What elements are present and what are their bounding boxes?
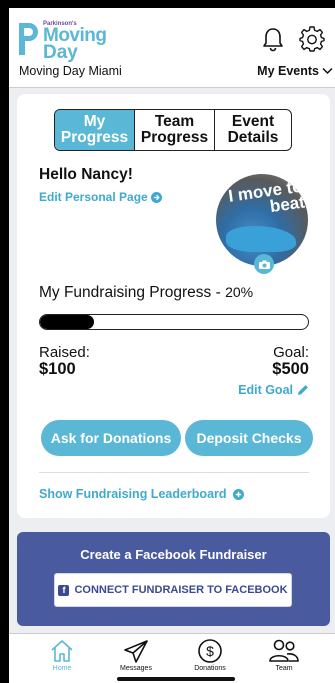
bottom-nav: Home Messages $ Donations Team	[9, 633, 335, 683]
deposit-checks-button[interactable]: Deposit Checks	[185, 420, 313, 456]
my-events-label: My Events	[257, 64, 319, 78]
raised-value: $100	[39, 360, 76, 378]
logo-day-text: Day	[43, 42, 78, 63]
fundraising-progress-fill	[40, 315, 94, 329]
leaderboard-label: Show Fundraising Leaderboard	[39, 487, 227, 501]
dollar-icon: $	[198, 639, 222, 663]
app-header: Parkinson's Moving Day Moving Day Miami …	[9, 8, 335, 88]
tab-bar: My Progress Team Progress Event Details	[54, 109, 292, 151]
fundraising-progress-title: My Fundraising Progress - 20%	[39, 284, 253, 302]
team-icon	[269, 639, 299, 662]
shoe-graphic	[226, 226, 296, 252]
connect-facebook-label: CONNECT FUNDRAISER TO FACEBOOK	[74, 584, 288, 596]
connect-facebook-button[interactable]: f CONNECT FUNDRAISER TO FACEBOOK	[54, 573, 292, 607]
chevron-down-icon	[322, 67, 333, 75]
nav-donations-label: Donations	[194, 665, 226, 672]
edit-goal-link[interactable]: Edit Goal	[238, 383, 309, 397]
goal-value: $500	[272, 360, 309, 378]
gear-icon[interactable]	[299, 26, 325, 52]
greeting: Hello Nancy!	[39, 166, 133, 183]
edit-goal-label: Edit Goal	[238, 383, 293, 397]
camera-icon	[258, 260, 270, 269]
progress-card: My Progress Team Progress Event Details Hel…	[17, 94, 330, 518]
goal-label: Goal:	[273, 344, 309, 361]
nav-home-label: Home	[52, 665, 72, 672]
tab-event-details[interactable]: Event Details	[215, 110, 291, 150]
arrow-circle-right-icon	[150, 191, 162, 203]
facebook-panel-title: Create a Facebook Fundraiser	[80, 547, 267, 562]
camera-button[interactable]	[254, 254, 274, 274]
paper-plane-icon	[124, 640, 148, 663]
facebook-fundraiser-panel: Create a Facebook Fundraiser f CONNECT F…	[17, 532, 330, 626]
raised-label: Raised:	[39, 344, 90, 361]
edit-personal-page-label: Edit Personal Page	[39, 190, 148, 204]
logo-p-mark-icon	[19, 23, 38, 55]
profile-photo[interactable]: I move to beat	[216, 174, 308, 266]
nav-home[interactable]: Home	[27, 634, 97, 683]
app-screen: Parkinson's Moving Day Moving Day Miami …	[9, 8, 335, 683]
fundraising-percent: 20%	[225, 284, 254, 300]
moving-day-logo[interactable]: Parkinson's Moving Day	[17, 18, 147, 62]
home-indicator	[117, 677, 235, 681]
plus-circle-icon	[232, 488, 244, 500]
pencil-icon	[298, 385, 308, 395]
my-events-dropdown[interactable]: My Events	[257, 64, 333, 78]
svg-text:$: $	[206, 643, 214, 659]
fundraising-title-text: My Fundraising Progress -	[39, 284, 221, 301]
fundraising-progress-bar	[39, 314, 309, 330]
nav-messages-label: Messages	[120, 665, 152, 672]
tab-my-progress[interactable]: My Progress	[55, 110, 135, 150]
nav-donations[interactable]: $ Donations	[175, 634, 245, 683]
show-leaderboard-link[interactable]: Show Fundraising Leaderboard	[39, 487, 244, 501]
edit-personal-page-link[interactable]: Edit Personal Page	[39, 190, 162, 204]
ask-for-donations-button[interactable]: Ask for Donations	[41, 420, 181, 456]
nav-messages[interactable]: Messages	[101, 634, 171, 683]
home-icon	[51, 640, 73, 662]
header-divider	[9, 87, 335, 88]
bell-icon[interactable]	[261, 26, 285, 52]
nav-team-label: Team	[275, 665, 293, 672]
card-divider	[39, 472, 309, 473]
event-name: Moving Day Miami	[19, 64, 122, 78]
photo-caption: I move to beat	[227, 176, 306, 217]
nav-team[interactable]: Team	[249, 634, 319, 683]
tab-team-progress[interactable]: Team Progress	[135, 110, 215, 150]
facebook-icon: f	[58, 584, 70, 596]
